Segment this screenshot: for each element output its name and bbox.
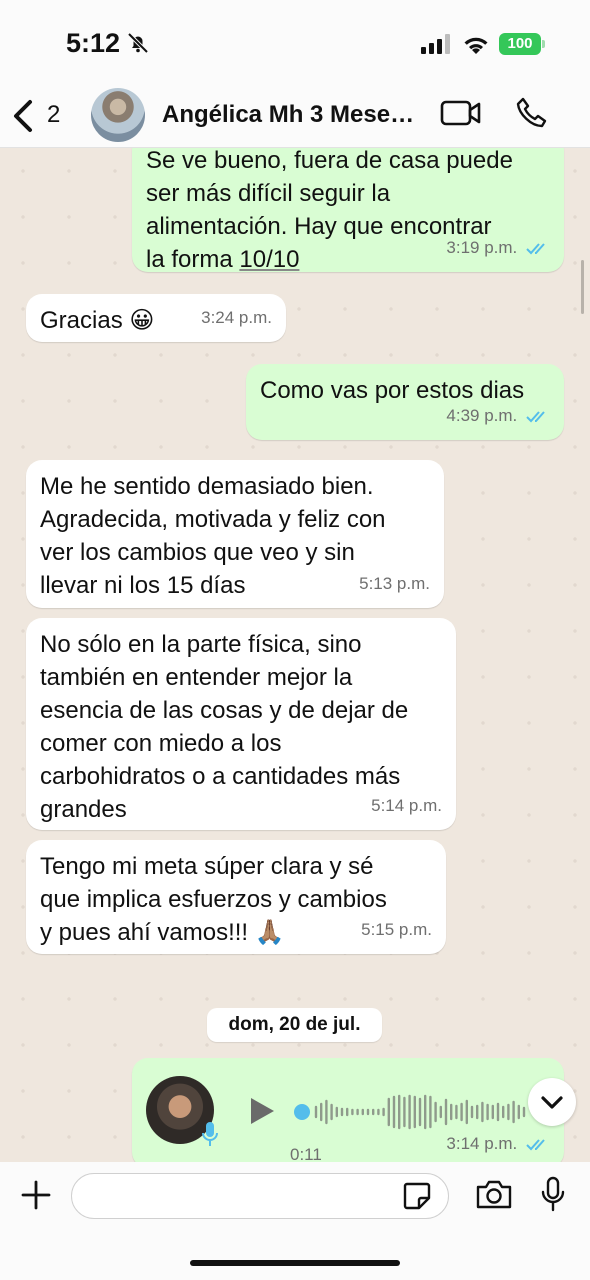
message-line: Agradecida, motivada y feliz con <box>40 506 386 533</box>
video-call-icon[interactable] <box>440 98 482 128</box>
wifi-icon <box>464 37 488 54</box>
scroll-to-bottom-button[interactable] <box>528 1078 576 1126</box>
message-line: Se ve bueno, fuera de casa puede <box>146 148 513 174</box>
audio-waveform[interactable] <box>294 1092 530 1132</box>
chat-area[interactable]: Se ve bueno, fuera de casa puede ser más… <box>0 148 590 1162</box>
message-bubble-incoming[interactable]: Gracias 😀 3:24 p.m. <box>26 294 286 342</box>
status-time: 5:12 <box>66 28 121 58</box>
message-meta: 3:14 p.m. <box>446 1127 550 1160</box>
read-receipt-icon <box>526 242 545 254</box>
message-line: Tengo mi meta súper clara y sé <box>40 853 374 880</box>
message-bubble-incoming[interactable]: Me he sentido demasiado bien. Agradecida… <box>26 460 444 608</box>
message-bubble-incoming[interactable]: Tengo mi meta súper clara y sé que impli… <box>26 840 446 954</box>
voice-message-bubble[interactable]: 0:11 3:14 p.m. <box>132 1058 564 1162</box>
contact-avatar[interactable] <box>91 88 145 142</box>
microphone-icon[interactable] <box>540 1176 566 1212</box>
message-bubble-outgoing[interactable]: Se ve bueno, fuera de casa puede ser más… <box>132 148 564 273</box>
message-line: que implica esfuerzos y cambios <box>40 886 387 913</box>
date-separator: dom, 20 de jul. <box>207 1008 382 1042</box>
message-time: 3:19 p.m. <box>446 238 518 257</box>
unread-count[interactable]: 2 <box>47 101 60 129</box>
message-line: Me he sentido demasiado bien. <box>40 473 374 500</box>
message-line: comer con miedo a los <box>40 730 282 757</box>
chat-header: 2 Angélica Mh 3 Mese… <box>0 88 590 148</box>
bell-slash-icon <box>127 32 149 54</box>
message-line: ver los cambios que veo y sin <box>40 539 355 566</box>
message-line: ser más difícil seguir la <box>146 180 391 207</box>
voice-duration: 0:11 <box>290 1145 322 1162</box>
message-line: también en entender mejor la <box>40 664 353 691</box>
message-time: 5:15 p.m. <box>361 920 432 939</box>
input-bar <box>0 1162 590 1280</box>
scroll-indicator[interactable] <box>581 260 584 314</box>
battery-tip <box>542 40 545 48</box>
message-bubble-incoming[interactable]: No sólo en la parte física, sino también… <box>26 618 456 830</box>
read-receipt-icon <box>526 410 545 422</box>
plus-icon[interactable] <box>20 1179 52 1211</box>
message-meta: 3:19 p.m. <box>446 231 550 264</box>
phone-call-icon[interactable] <box>515 96 549 130</box>
message-time: 3:14 p.m. <box>446 1134 518 1153</box>
read-receipt-icon <box>526 1138 545 1150</box>
message-time: 5:13 p.m. <box>359 574 430 593</box>
message-time: 5:14 p.m. <box>371 796 442 815</box>
cellular-signal-icon <box>421 34 450 54</box>
back-chevron-icon[interactable] <box>10 98 36 134</box>
battery-indicator: 100 <box>499 33 541 55</box>
message-line: No sólo en la parte física, sino <box>40 631 362 658</box>
camera-icon[interactable] <box>475 1178 513 1210</box>
message-time: 4:39 p.m. <box>446 406 518 425</box>
message-line: esencia de las cosas y de dejar de <box>40 697 409 724</box>
contact-name[interactable]: Angélica Mh 3 Mese… <box>162 101 414 129</box>
play-icon[interactable] <box>248 1096 276 1126</box>
message-input[interactable] <box>71 1173 449 1219</box>
sticker-icon[interactable] <box>402 1181 432 1211</box>
status-bar: 5:12 100 <box>0 0 590 88</box>
message-bubble-outgoing[interactable]: Como vas por estos dias 4:39 p.m. <box>246 364 564 440</box>
chevron-down-icon <box>541 1096 563 1109</box>
message-time: 3:24 p.m. <box>201 308 272 327</box>
microphone-badge-icon <box>202 1122 218 1146</box>
message-meta: 4:39 p.m. <box>446 399 550 432</box>
rating-text: 10/10 <box>239 246 300 273</box>
home-indicator <box>190 1260 400 1266</box>
